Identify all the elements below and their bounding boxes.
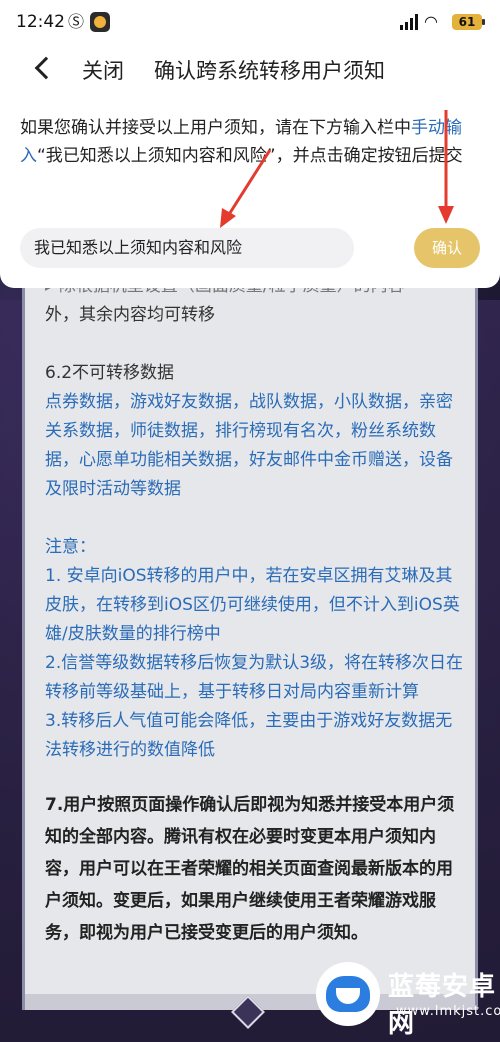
note-item-1: 1. 安卓向iOS转移的用户中，若在安卓区拥有艾琳及其皮肤，在转移到iOS区仍可…	[45, 566, 460, 644]
notice-line: 外，其余内容均可转移	[45, 305, 215, 325]
clause-7: 7.用户按照页面操作确认后即视为知悉并接受本用户须知的全部内容。腾讯有权在必要时…	[45, 795, 455, 943]
arrow-to-input	[220, 149, 272, 228]
note-item-3: 3.转移后人气值可能会降低，主要由于游戏好友数据无法转移进行的数值降低	[45, 711, 453, 760]
notice-panel[interactable]: ▸ 除根据机型设置（画面质量/粒子质量）的内容 外，其余内容均可转移 6.2不可…	[22, 270, 478, 1010]
note-title: 注意：	[45, 537, 96, 557]
section-body: 点券数据，游戏好友数据，战队数据，小队数据，亲密关系数据，师徒数据，排行榜现有名…	[45, 392, 453, 499]
arrow-to-confirm	[438, 110, 454, 224]
notice-text: ▸ 除根据机型设置（画面质量/粒子质量）的内容 外，其余内容均可转移 6.2不可…	[45, 272, 465, 949]
section-title: 6.2不可转移数据	[45, 363, 175, 383]
watermark: 蓝莓安卓网 www.lmkjst.com	[300, 950, 500, 1042]
watermark-logo-icon	[316, 962, 380, 1026]
watermark-url: www.lmkjst.com	[396, 1004, 500, 1019]
annotation-arrows	[220, 110, 454, 228]
watermark-name: 蓝莓安卓网	[388, 972, 497, 1039]
note-item-2: 2.信誉等级数据转移后恢复为默认3级，将在转移次日在转移前等级基础上，基于转移日…	[45, 653, 464, 702]
